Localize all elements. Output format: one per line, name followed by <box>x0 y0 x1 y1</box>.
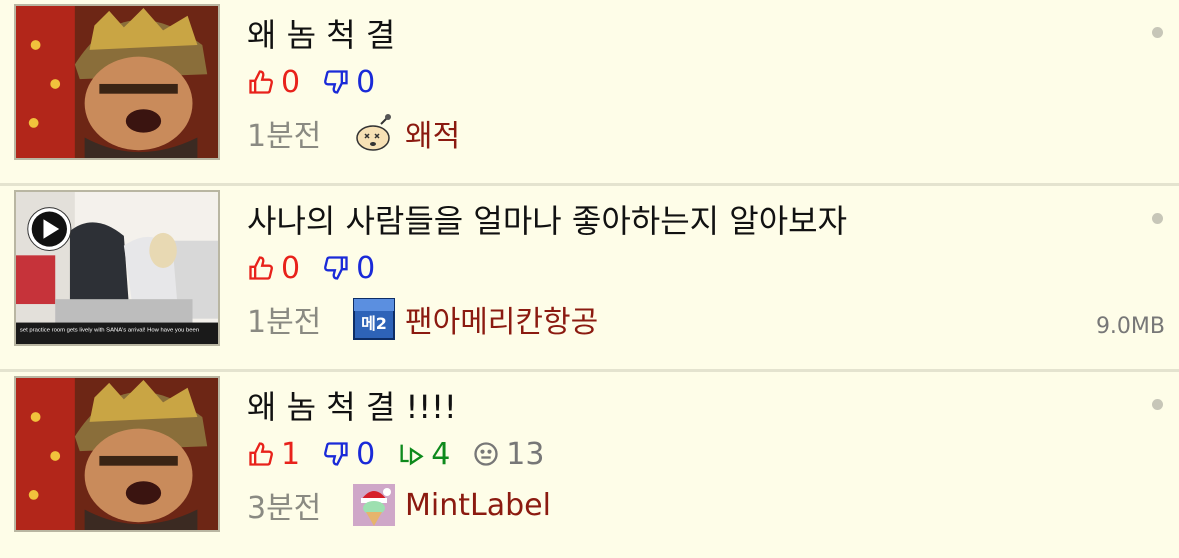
author-name[interactable]: 왜적 <box>405 111 460 155</box>
more-options-dot[interactable] <box>1152 213 1163 224</box>
post-time: 3분전 <box>247 491 322 526</box>
post-meta: 3분전 MintLabel <box>247 482 551 528</box>
downvote-count[interactable]: 0 <box>322 251 375 286</box>
view-count: 13 <box>472 437 544 472</box>
post-thumbnail[interactable] <box>14 4 220 160</box>
post-stats: 0 0 <box>247 250 397 286</box>
reply-arrow-icon <box>400 444 424 466</box>
post-meta: 1분전 왜적 <box>247 110 460 156</box>
post-thumbnail[interactable]: set practice room gets lively with SANA'… <box>14 190 220 346</box>
post-time: 1분전 <box>247 119 322 154</box>
more-options-dot[interactable] <box>1152 399 1163 410</box>
thumbs-down-icon <box>324 442 348 466</box>
post-meta: 1분전 메2 팬아메리칸항공 <box>247 296 598 342</box>
bomb-face-icon <box>353 112 395 154</box>
post-title[interactable]: 사나의 사람들을 얼마나 좋아하는지 알아보자 <box>247 196 847 242</box>
thumbs-down-icon <box>324 70 348 94</box>
downvote-count[interactable]: 0 <box>322 437 375 472</box>
svg-text:메2: 메2 <box>361 314 387 333</box>
author-name[interactable]: MintLabel <box>405 488 551 523</box>
author-name[interactable]: 팬아메리칸항공 <box>405 297 598 341</box>
post-time: 1분전 <box>247 305 322 340</box>
thumbnail-caption: set practice room gets lively with SANA'… <box>20 327 199 333</box>
post-thumbnail[interactable] <box>14 376 220 532</box>
list-item[interactable]: 왜 놈 척 결 !!!! 1 0 4 13 3분전 MintLabel <box>0 372 1179 558</box>
file-size: 9.0MB <box>1095 314 1165 339</box>
ice-cream-santa-icon <box>353 484 395 526</box>
upvote-count[interactable]: 1 <box>247 437 300 472</box>
thumbs-up-icon <box>249 442 273 466</box>
post-title[interactable]: 왜 놈 척 결 !!!! <box>247 382 457 428</box>
thumbs-up-icon <box>249 256 273 280</box>
upvote-count[interactable]: 0 <box>247 251 300 286</box>
more-options-dot[interactable] <box>1152 27 1163 38</box>
me2-badge-icon: 메2 <box>353 298 395 340</box>
thumbs-up-icon <box>249 70 273 94</box>
downvote-count[interactable]: 0 <box>322 65 375 100</box>
thumbs-down-icon <box>324 256 348 280</box>
list-item[interactable]: 왜 놈 척 결 0 0 1분전 왜적 <box>0 0 1179 186</box>
upvote-count[interactable]: 0 <box>247 65 300 100</box>
list-item[interactable]: set practice room gets lively with SANA'… <box>0 186 1179 372</box>
post-stats: 1 0 4 13 <box>247 436 566 472</box>
post-stats: 0 0 <box>247 64 397 100</box>
reply-count[interactable]: 4 <box>397 437 450 472</box>
post-title[interactable]: 왜 놈 척 결 <box>247 10 395 56</box>
post-list: 왜 놈 척 결 0 0 1분전 왜적 set practice room get… <box>0 0 1179 558</box>
smiley-face-icon <box>474 442 498 466</box>
